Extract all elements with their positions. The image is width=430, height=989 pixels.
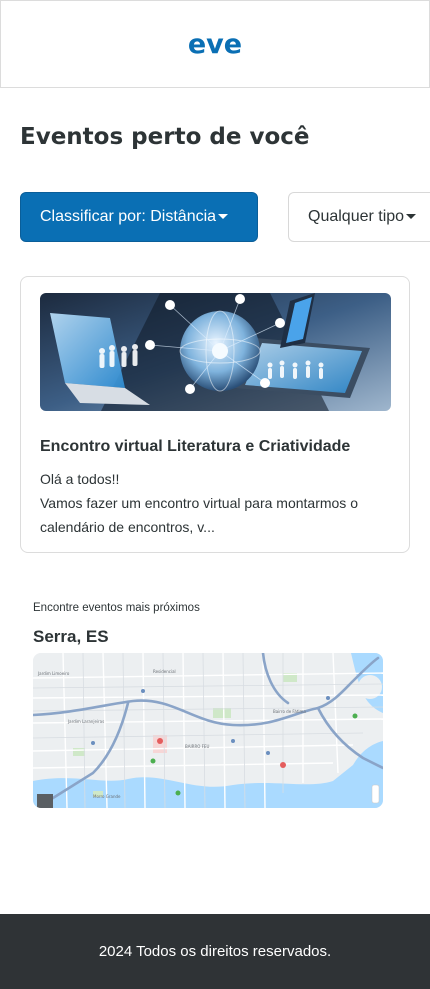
- event-description-line: Olá a todos!!: [40, 471, 120, 487]
- svg-text:Jardim Laranjeiras: Jardim Laranjeiras: [67, 719, 104, 724]
- event-title[interactable]: Encontro virtual Literatura e Criativida…: [40, 438, 350, 456]
- sort-dropdown-button[interactable]: Classificar por: Distância: [20, 192, 258, 242]
- svg-text:BAIRRO FEU: BAIRRO FEU: [185, 744, 209, 749]
- svg-text:Morro Grande: Morro Grande: [93, 794, 121, 799]
- event-description: Olá a todos!! Vamos fazer um encontro vi…: [40, 467, 385, 539]
- nearby-events-label: Encontre eventos mais próximos: [33, 602, 200, 614]
- svg-text:Jardim Limoeiro: Jardim Limoeiro: [37, 671, 70, 676]
- copyright-text: 2024 Todos os direitos reservados.: [98, 943, 332, 960]
- svg-text:Bairro de Fátima: Bairro de Fátima: [273, 709, 306, 714]
- site-logo[interactable]: eve: [188, 29, 242, 60]
- event-card[interactable]: Encontro virtual Literatura e Criativida…: [20, 276, 410, 553]
- type-dropdown-button[interactable]: Qualquer tipo: [288, 192, 430, 242]
- sort-dropdown-label: Classificar por: Distância: [40, 208, 217, 225]
- caret-down-icon: [218, 213, 229, 219]
- caret-down-icon: [406, 213, 417, 219]
- type-dropdown-label: Qualquer tipo: [308, 208, 405, 225]
- site-header: eve: [0, 0, 430, 88]
- event-description-line: Vamos fazer um encontro virtual para mon…: [40, 495, 358, 535]
- location-map[interactable]: Jardim Limoeiro Residencial Jardim Laranj…: [33, 653, 383, 808]
- svg-text:Residencial: Residencial: [153, 669, 176, 674]
- site-footer: 2024 Todos os direitos reservados.: [0, 914, 430, 989]
- city-name: Serra, ES: [33, 627, 109, 646]
- page-title: Eventos perto de você: [20, 124, 310, 150]
- event-image[interactable]: [40, 293, 391, 411]
